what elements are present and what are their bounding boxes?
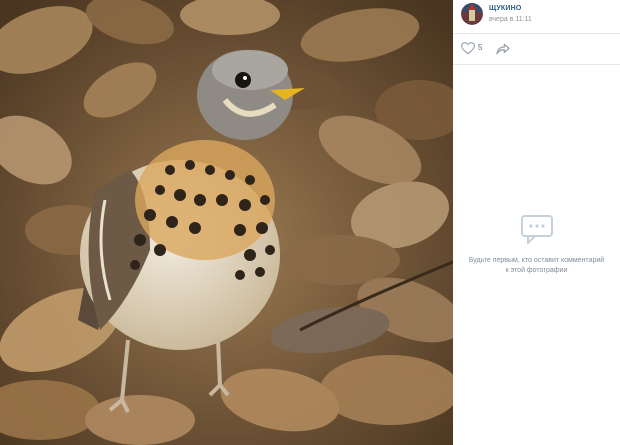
share-arrow-icon	[496, 43, 510, 55]
share-button[interactable]	[495, 41, 511, 57]
like-button[interactable]: 5	[461, 41, 489, 57]
heart-icon	[461, 42, 475, 55]
post-date[interactable]: вчера в 11:11	[489, 16, 532, 23]
post-side-panel: ЩУКИНО вчера в 11:11 5 Будьте первым, кт…	[453, 0, 620, 445]
comments-empty-text: Будьте первым, кто оставит комментарий к…	[468, 257, 605, 274]
post-actions: 5	[453, 33, 620, 65]
comments-empty-state: Будьте первым, кто оставит комментарий к…	[453, 214, 620, 276]
comment-bubble-icon	[520, 215, 553, 244]
like-count: 5	[478, 43, 483, 52]
avatar-icon[interactable]	[461, 3, 483, 25]
photo-viewer[interactable]	[0, 0, 453, 445]
post-header: ЩУКИНО вчера в 11:11	[453, 0, 620, 30]
post-author-link[interactable]: ЩУКИНО	[489, 5, 522, 12]
bird-photo	[0, 0, 453, 445]
